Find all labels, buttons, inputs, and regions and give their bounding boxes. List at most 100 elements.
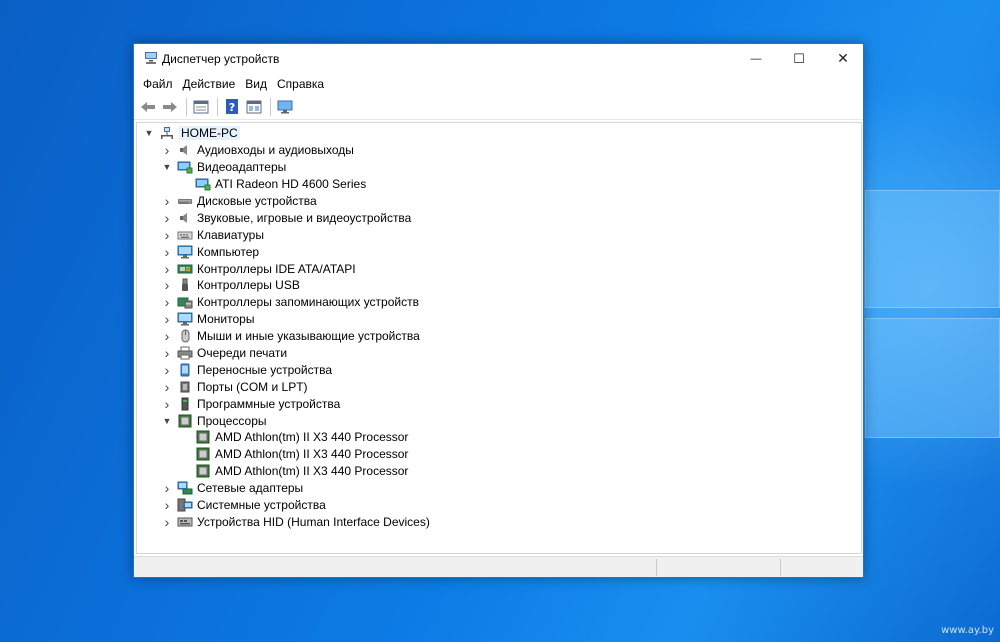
tree-category-item[interactable]: › Компьютер [137, 243, 861, 260]
tree-category-item[interactable]: › Программные устройства [137, 395, 861, 412]
tree-category-item[interactable]: ▼ Процессоры [137, 412, 861, 429]
tree-item-label: Видеоадаптеры [197, 160, 287, 175]
menu-file[interactable]: Файл [138, 77, 178, 91]
expand-chevron-icon[interactable]: › [161, 480, 173, 496]
tree-device-item[interactable]: AMD Athlon(tm) II X3 440 Processor [137, 463, 861, 480]
expand-chevron-icon[interactable]: › [161, 514, 173, 530]
title-bar[interactable]: Диспетчер устройств — ☐ ✕ [134, 44, 863, 73]
status-divider [656, 559, 657, 576]
system-device-icon [177, 498, 193, 512]
software-device-icon [177, 397, 193, 411]
tree-category-item[interactable]: › Контроллеры USB [137, 277, 861, 294]
storage-controller-icon [177, 295, 193, 309]
expand-chevron-icon[interactable]: › [161, 294, 173, 310]
expand-chevron-icon[interactable]: › [161, 379, 173, 395]
tree-category-item[interactable]: › Устройства HID (Human Interface Devices… [137, 513, 861, 530]
close-button[interactable]: ✕ [821, 44, 865, 73]
expand-chevron-icon[interactable]: › [161, 311, 173, 327]
tree-item-label: Мыши и иные указывающие устройства [197, 329, 420, 344]
device-manager-icon [144, 51, 158, 65]
computer-icon [159, 126, 175, 140]
processor-icon [195, 430, 211, 444]
monitor-icon [177, 312, 193, 326]
scan-hardware-button[interactable] [275, 97, 295, 117]
tree-category-item[interactable]: › Аудиовходы и аудиовыходы [137, 142, 861, 159]
menu-action[interactable]: Действие [178, 77, 241, 91]
tree-item-label: Звуковые, игровые и видеоустройства [197, 210, 412, 225]
status-bar [134, 556, 863, 577]
minimize-icon: — [750, 52, 762, 65]
properties-button[interactable] [191, 97, 211, 117]
tree-category-item[interactable]: › Порты (COM и LPT) [137, 378, 861, 395]
speaker-icon [177, 143, 193, 157]
device-manager-window: Диспетчер устройств — ☐ ✕ Файл Действие … [133, 43, 864, 578]
expand-chevron-icon[interactable]: › [161, 261, 173, 277]
hid-icon [177, 515, 193, 529]
expand-chevron-icon[interactable]: › [161, 210, 173, 226]
tree-category-item[interactable]: › Контроллеры запоминающих устройств [137, 294, 861, 311]
expand-chevron-icon[interactable]: › [161, 396, 173, 412]
disk-icon [177, 194, 193, 208]
tree-device-item[interactable]: AMD Athlon(tm) II X3 440 Processor [137, 446, 861, 463]
tree-category-item[interactable]: › Мониторы [137, 311, 861, 328]
tree-item-label: Программные устройства [197, 396, 341, 411]
toolbar-separator [217, 97, 218, 116]
expand-chevron-icon[interactable]: › [161, 362, 173, 378]
expand-chevron-icon[interactable]: › [161, 244, 173, 260]
tree-device-item[interactable]: AMD Athlon(tm) II X3 440 Processor [137, 429, 861, 446]
tree-item-label: Контроллеры запоминающих устройств [197, 295, 419, 310]
tree-category-item[interactable]: › Мыши и иные указывающие устройства [137, 328, 861, 345]
tree-item-label: AMD Athlon(tm) II X3 440 Processor [215, 430, 409, 445]
svg-text:?: ? [229, 101, 235, 114]
tree-item-label: Устройства HID (Human Interface Devices) [197, 514, 430, 529]
device-tree[interactable]: ▼ HOME-PC › Аудиовходы и аудиовыходы ▼ Виде… [136, 122, 862, 554]
processor-icon [195, 464, 211, 478]
menu-help[interactable]: Справка [272, 77, 329, 91]
tree-device-item[interactable]: ATI Radeon HD 4600 Series [137, 176, 861, 193]
minimize-button[interactable]: — [734, 44, 778, 73]
tree-item-label: AMD Athlon(tm) II X3 440 Processor [215, 447, 409, 462]
tree-category-item[interactable]: ▼ Видеоадаптеры [137, 159, 861, 176]
computer-icon [177, 245, 193, 259]
help-icon: ? [226, 99, 238, 114]
tree-category-item[interactable]: › Дисковые устройства [137, 193, 861, 210]
tree-item-label: Компьютер [197, 244, 260, 259]
maximize-icon: ☐ [793, 50, 805, 66]
expand-chevron-icon[interactable]: › [161, 142, 173, 158]
menu-view[interactable]: Вид [240, 77, 272, 91]
close-icon: ✕ [837, 50, 849, 66]
mouse-icon [177, 329, 193, 343]
expand-chevron-icon[interactable]: › [161, 277, 173, 293]
back-button[interactable] [138, 97, 158, 117]
properties-icon [193, 100, 209, 113]
collapse-chevron-icon[interactable]: ▼ [143, 127, 155, 139]
printer-icon [177, 346, 193, 360]
status-divider [780, 559, 781, 576]
keyboard-icon [177, 228, 193, 242]
expand-chevron-icon[interactable]: › [161, 497, 173, 513]
speaker-icon [177, 211, 193, 225]
expand-chevron-icon[interactable]: › [161, 345, 173, 361]
tree-category-item[interactable]: › Сетевые адаптеры [137, 480, 861, 497]
collapse-chevron-icon[interactable]: ▼ [161, 161, 173, 173]
collapse-chevron-icon[interactable]: ▼ [161, 415, 173, 427]
tree-root[interactable]: ▼ HOME-PC [137, 125, 861, 142]
tree-category-item[interactable]: › Звуковые, игровые и видеоустройства [137, 209, 861, 226]
maximize-button[interactable]: ☐ [777, 44, 821, 73]
help-button[interactable]: ? [222, 97, 242, 117]
tree-category-item[interactable]: › Клавиатуры [137, 226, 861, 243]
toolbar-separator [186, 97, 187, 116]
tree-item-label: AMD Athlon(tm) II X3 440 Processor [215, 464, 409, 479]
forward-button[interactable] [160, 97, 180, 117]
tree-category-item[interactable]: › Очереди печати [137, 345, 861, 362]
expand-chevron-icon[interactable]: › [161, 328, 173, 344]
expand-chevron-icon[interactable]: › [161, 193, 173, 209]
show-hidden-button[interactable] [244, 97, 264, 117]
tree-category-item[interactable]: › Контроллеры IDE ATA/ATAPI [137, 260, 861, 277]
expand-chevron-icon[interactable]: › [161, 227, 173, 243]
tree-category-item[interactable]: › Переносные устройства [137, 361, 861, 378]
network-adapter-icon [177, 481, 193, 495]
tree-category-item[interactable]: › Системные устройства [137, 497, 861, 514]
processor-icon [195, 447, 211, 461]
port-icon [177, 380, 193, 394]
